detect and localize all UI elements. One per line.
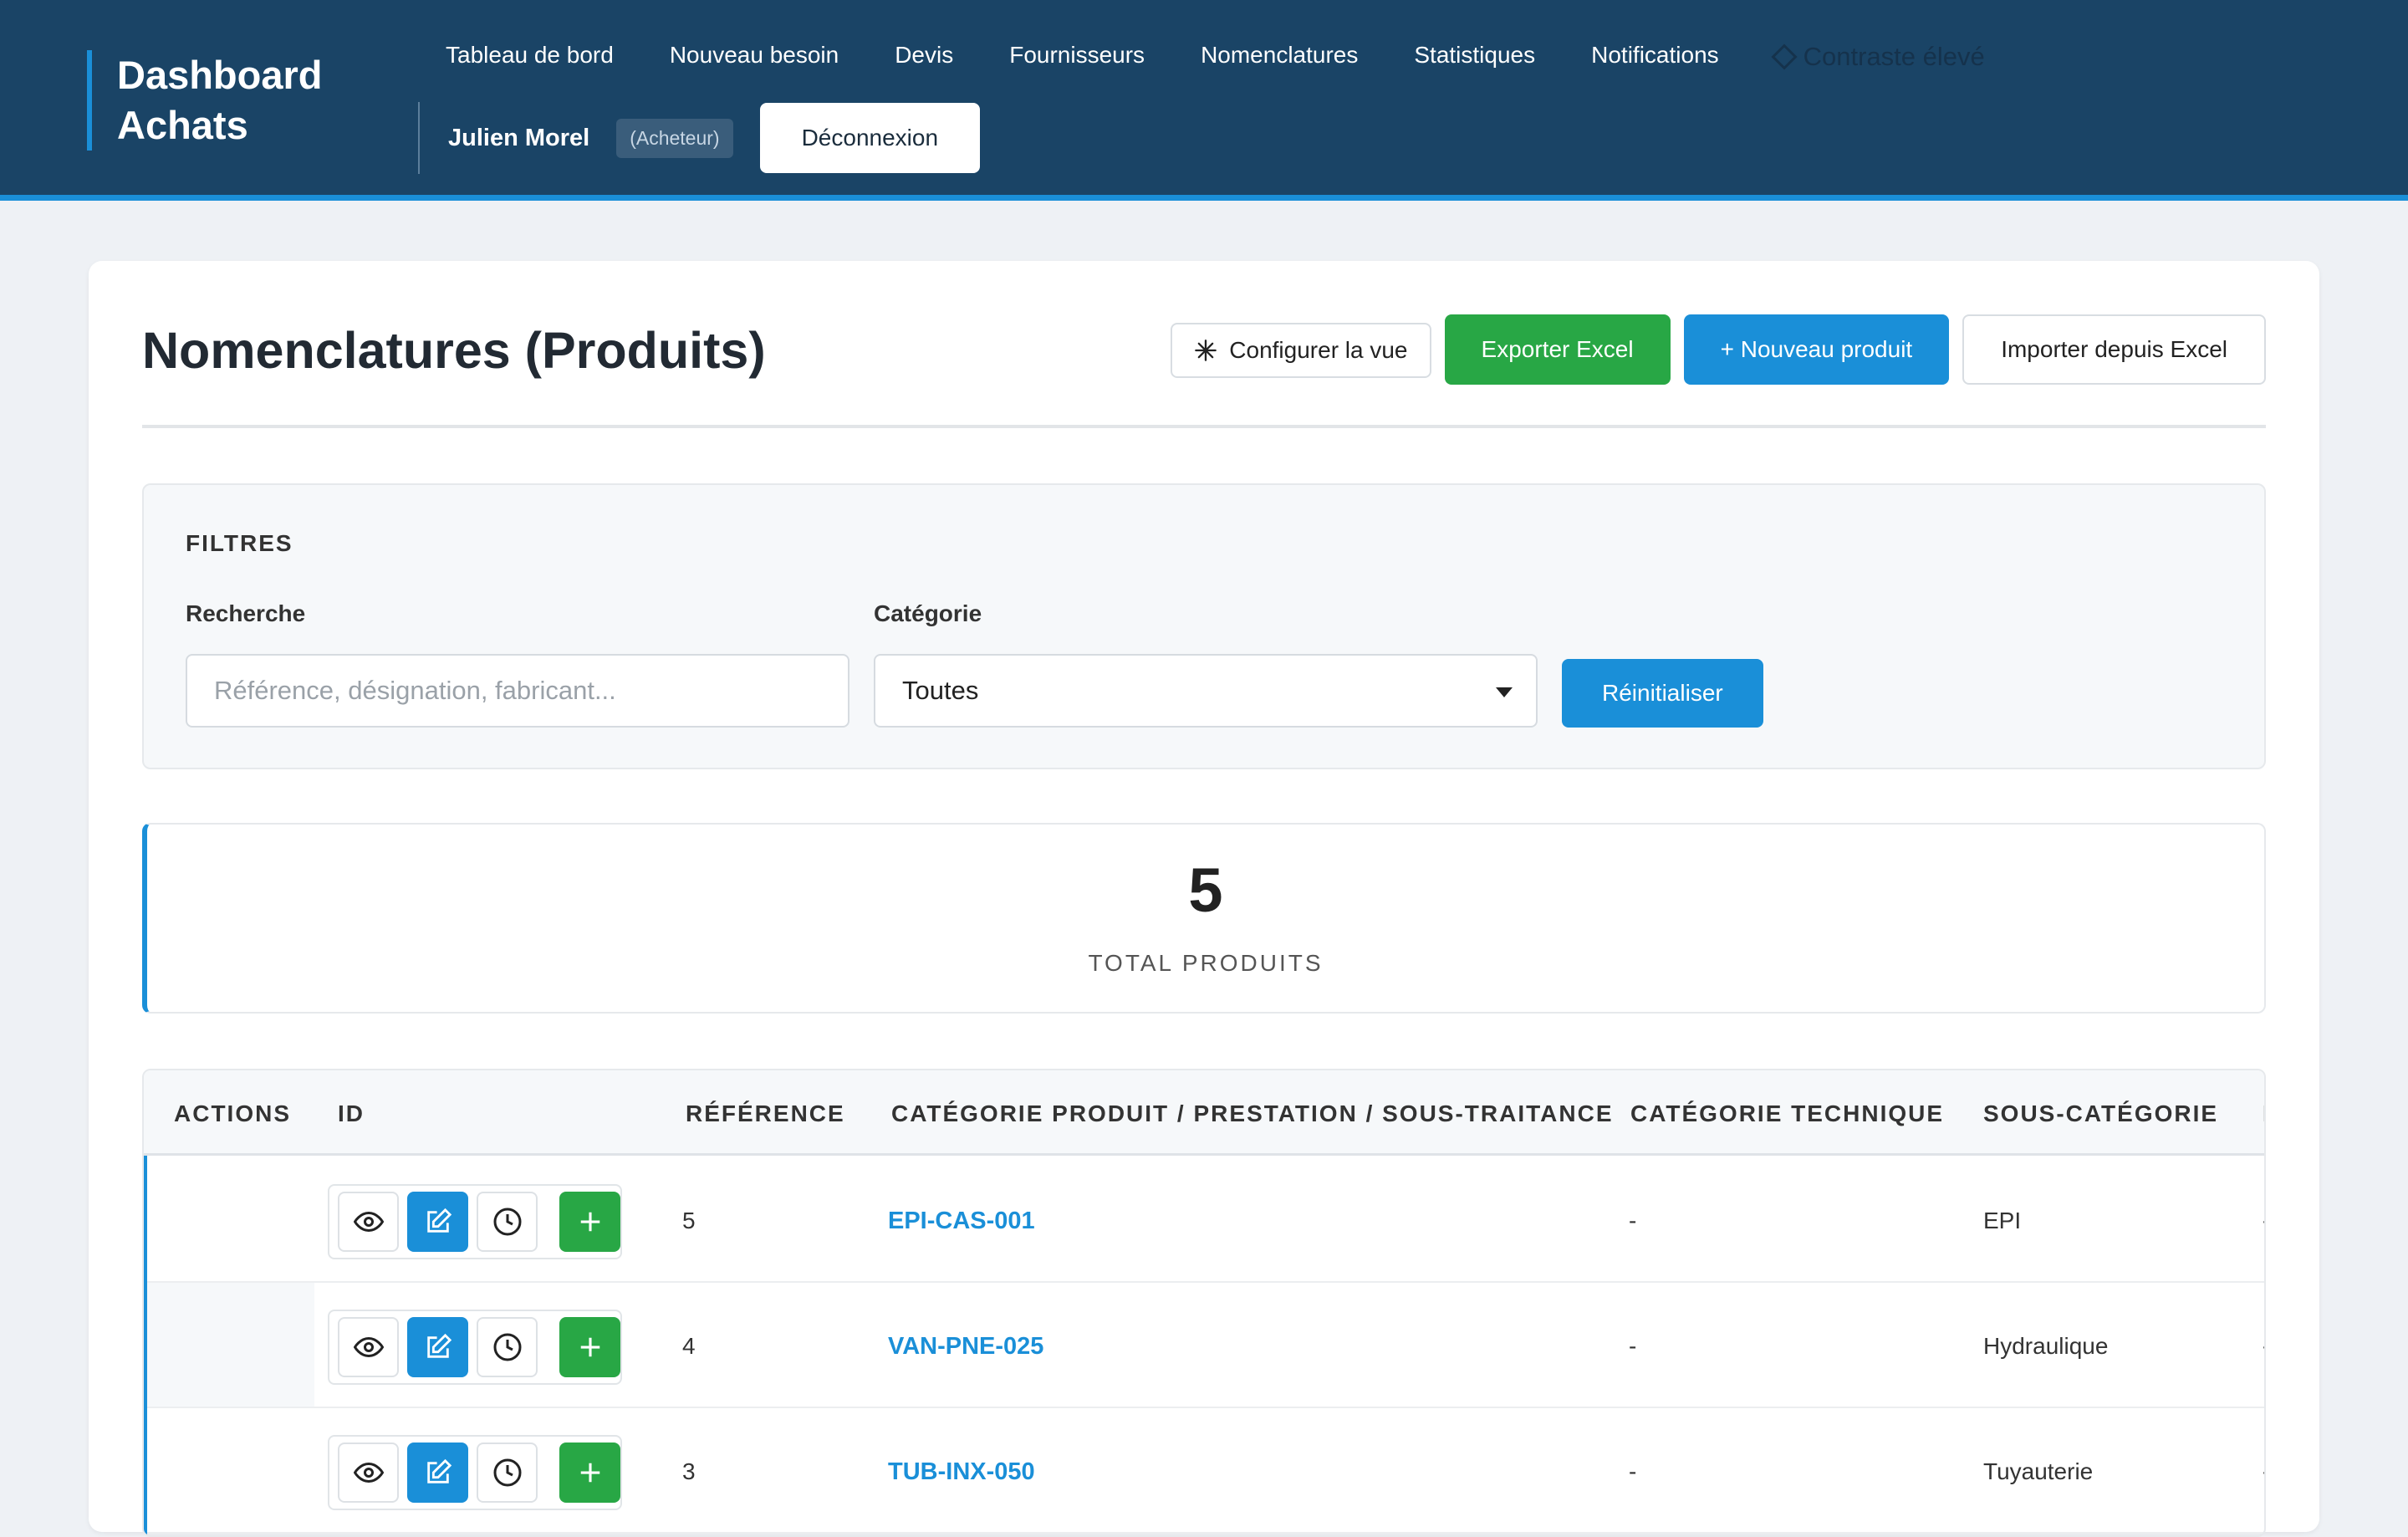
brand-line-2: Achats [117,103,248,147]
cell-reference[interactable]: TUB-INX-050 [888,1458,1035,1486]
cell-category: - [1629,1208,1637,1233]
nav-fournisseurs[interactable]: Fournisseurs [982,37,1173,77]
user-zone: Julien Morel (Acheteur) Déconnexion [418,102,981,174]
cell-category: - [1629,1333,1637,1359]
th-id[interactable]: ID [338,1100,365,1127]
edit-icon [426,1333,452,1358]
import-excel-button[interactable]: Importer depuis Excel [1962,314,2266,385]
export-excel-button[interactable]: Exporter Excel [1444,314,1671,385]
nav-tableau-de-bord[interactable]: Tableau de bord [418,37,642,77]
clock-icon [493,1333,522,1361]
title-divider [142,425,2266,428]
nav-notifications[interactable]: Notifications [1564,37,1747,77]
clock-icon [493,1458,522,1487]
view-button[interactable] [338,1443,400,1503]
page-title: Nomenclatures (Produits) [142,322,766,379]
main-nav: Tableau de bord Nouveau besoin Devis Fou… [418,37,2013,77]
category-label: Catégorie [874,600,982,626]
eye-icon [353,1211,384,1233]
table-row: 4 VAN-PNE-025 - Hydraulique - [147,1283,2264,1408]
cell-reference[interactable]: VAN-PNE-025 [888,1333,1043,1361]
history-button[interactable] [477,1317,538,1377]
sparkle-icon [1195,340,1217,361]
cell-next: - [2263,1458,2264,1485]
configure-view-label: Configurer la vue [1229,337,1408,363]
products-table: ACTIONS ID RÉFÉRENCE CATÉGORIE PRODUIT /… [142,1069,2266,1537]
table-row: 3 TUB-INX-050 - Tuyauterie - [147,1408,2264,1534]
th-actions[interactable]: ACTIONS [174,1100,291,1127]
clock-icon [493,1208,522,1236]
total-products-stat: 5 TOTAL PRODUITS [142,823,2266,1014]
row-actions [328,1310,622,1385]
user-name: Julien Morel [448,124,590,151]
edit-button[interactable] [407,1317,468,1377]
user-role-badge: (Acheteur) [616,118,733,158]
cell-next: - [2263,1208,2264,1234]
brand-line-1: Dashboard [117,53,323,97]
edit-button[interactable] [407,1443,468,1503]
reset-filters-button[interactable]: Réinitialiser [1562,659,1763,728]
stat-value: 5 [1188,855,1223,925]
th-category[interactable]: CATÉGORIE PRODUIT / PRESTATION / SOUS-TR… [891,1100,1614,1127]
stat-label: TOTAL PRODUITS [1088,950,1324,976]
cell-id: 4 [682,1333,696,1359]
eye-icon [353,1462,384,1483]
brand-logo[interactable]: Dashboard Achats [87,50,323,151]
contrast-icon [1771,43,1798,70]
history-button[interactable] [477,1443,538,1503]
edit-button[interactable] [407,1192,468,1252]
filters-title: FILTRES [186,530,293,556]
cell-id: 5 [682,1208,696,1233]
page-actions: Configurer la vue Exporter Excel + Nouve… [1171,314,2266,385]
row-stripe [147,1283,314,1407]
add-button[interactable] [559,1443,620,1503]
cell-reference[interactable]: EPI-CAS-001 [888,1208,1035,1235]
table-header: ACTIONS ID RÉFÉRENCE CATÉGORIE PRODUIT /… [144,1070,2264,1156]
table-row: 5 EPI-CAS-001 - EPI - [147,1157,2264,1283]
row-actions [328,1184,622,1259]
cell-subcategory: Tuyauterie [1983,1458,2094,1484]
view-button[interactable] [338,1192,400,1252]
configure-view-button[interactable]: Configurer la vue [1171,323,1431,378]
cell-category: - [1629,1458,1637,1484]
edit-icon [426,1458,452,1483]
plus-icon [580,1212,599,1232]
chevron-down-icon [1496,687,1513,697]
th-tech-category[interactable]: CATÉGORIE TECHNIQUE [1630,1100,1944,1127]
th-subcategory[interactable]: SOUS-CATÉGORIE [1983,1100,2218,1127]
category-select[interactable]: Toutes [874,654,1538,728]
contrast-toggle[interactable]: Contraste élevé [1747,37,2013,77]
new-product-button[interactable]: + Nouveau produit [1683,314,1950,385]
add-button[interactable] [559,1317,620,1377]
history-button[interactable] [477,1192,538,1252]
search-label: Recherche [186,600,306,626]
main-card: Nomenclatures (Produits) Configurer la v… [89,261,2319,1537]
nav-statistiques[interactable]: Statistiques [1386,37,1564,77]
th-reference[interactable]: RÉFÉRENCE [686,1100,845,1127]
cell-next: - [2263,1333,2264,1360]
cell-id: 3 [682,1458,696,1484]
eye-icon [353,1336,384,1358]
row-actions [328,1435,622,1510]
nav-nomenclatures[interactable]: Nomenclatures [1173,37,1386,77]
nav-nouveau-besoin[interactable]: Nouveau besoin [642,37,867,77]
plus-icon [580,1463,599,1483]
nav-devis[interactable]: Devis [867,37,982,77]
search-input[interactable]: Référence, désignation, fabricant... [186,654,849,728]
cell-subcategory: EPI [1983,1208,2022,1233]
top-navbar: Dashboard Achats Tableau de bord Nouveau… [0,0,2408,201]
edit-icon [426,1208,452,1233]
category-select-value: Toutes [902,676,979,705]
cell-subcategory: Hydraulique [1983,1333,2109,1359]
logout-button[interactable]: Déconnexion [759,103,981,173]
contrast-label: Contraste élevé [1803,42,1985,71]
add-button[interactable] [559,1192,620,1252]
view-button[interactable] [338,1317,400,1377]
filters-panel: FILTRES Recherche Référence, désignation… [142,483,2266,769]
th-next[interactable]: I [2263,1100,2264,1127]
plus-icon [580,1337,599,1357]
